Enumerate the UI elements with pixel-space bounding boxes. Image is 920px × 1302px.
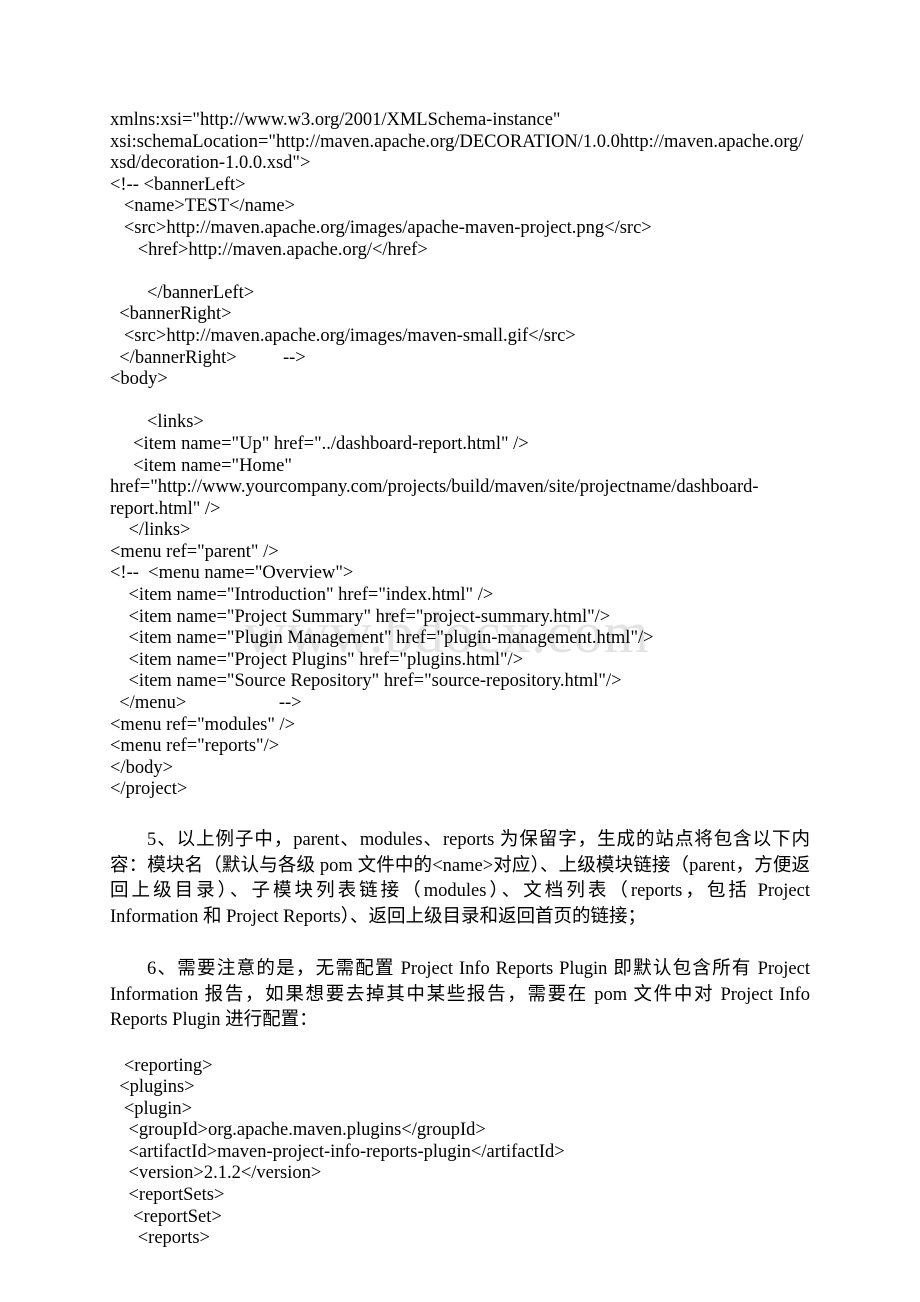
code-line: <name>TEST</name> xyxy=(110,196,296,217)
code-line: <item name="Source Repository" href="sou… xyxy=(110,671,622,692)
code-line: <item name="Home" href="http://www.yourc… xyxy=(110,455,759,519)
code-line: </bannerRight> --> xyxy=(110,347,306,368)
code-line: <reportSets> xyxy=(110,1185,225,1206)
code-line: <reports> xyxy=(110,1228,210,1249)
code-line: <menu ref="parent" /> xyxy=(110,541,279,562)
code-line: <menu ref="reports"/> xyxy=(110,736,280,757)
code-line: <item name="Plugin Management" href="plu… xyxy=(110,628,654,649)
code-line: <reportSet> xyxy=(110,1206,222,1227)
code-line: </body> xyxy=(110,757,174,778)
code-line: <bannerRight> xyxy=(110,304,232,325)
code-line: <item name="Up" href="../dashboard-repor… xyxy=(110,433,529,454)
code-line: <artifactId>maven-project-info-reports-p… xyxy=(110,1141,565,1162)
code-line: <src>http://maven.apache.org/images/mave… xyxy=(110,325,576,346)
paragraph-5: 5、以上例子中，parent、modules、reports 为保留字，生成的站… xyxy=(110,830,810,927)
code-line: </project> xyxy=(110,779,188,800)
code-line: xsi:schemaLocation="http://maven.apache.… xyxy=(110,131,804,174)
code-line: <body> xyxy=(110,369,168,390)
code-line: </links> xyxy=(110,520,191,541)
code-line: <reporting> xyxy=(110,1055,213,1076)
code-line: </menu> --> xyxy=(110,693,302,714)
code-line: </bannerLeft> xyxy=(110,282,255,303)
document-page: www.bdocx.com xmlns:xsi="http://www.w3.o… xyxy=(0,0,920,1302)
code-line: <menu ref="modules" /> xyxy=(110,714,296,735)
code-line: <version>2.1.2</version> xyxy=(110,1163,322,1184)
code-line: <plugin> xyxy=(110,1098,193,1119)
code-line: xmlns:xsi="http://www.w3.org/2001/XMLSch… xyxy=(110,110,561,130)
code-line: <src>http://maven.apache.org/images/apac… xyxy=(110,217,652,238)
reporting-plugin-xml: <reporting> <plugins> <plugin> <groupId>… xyxy=(110,1056,810,1250)
code-line: <href>http://maven.apache.org/</href> xyxy=(110,239,428,260)
code-line: <groupId>org.apache.maven.plugins</group… xyxy=(110,1120,486,1141)
code-line: <item name="Project Plugins" href="plugi… xyxy=(110,649,524,670)
code-line: <links> xyxy=(110,412,204,433)
document-content: xmlns:xsi="http://www.w3.org/2001/XMLSch… xyxy=(110,110,810,1250)
code-line: <plugins> xyxy=(110,1077,195,1098)
code-line: <!-- <bannerLeft> xyxy=(110,174,246,195)
code-line: <item name="Introduction" href="index.ht… xyxy=(110,585,494,606)
site-descriptor-xml: xmlns:xsi="http://www.w3.org/2001/XMLSch… xyxy=(110,110,810,801)
paragraph-6: 6、需要注意的是，无需配置 Project Info Reports Plugi… xyxy=(110,959,810,1030)
code-line: <item name="Project Summary" href="proje… xyxy=(110,606,611,627)
code-line: <!-- <menu name="Overview"> xyxy=(110,563,354,584)
